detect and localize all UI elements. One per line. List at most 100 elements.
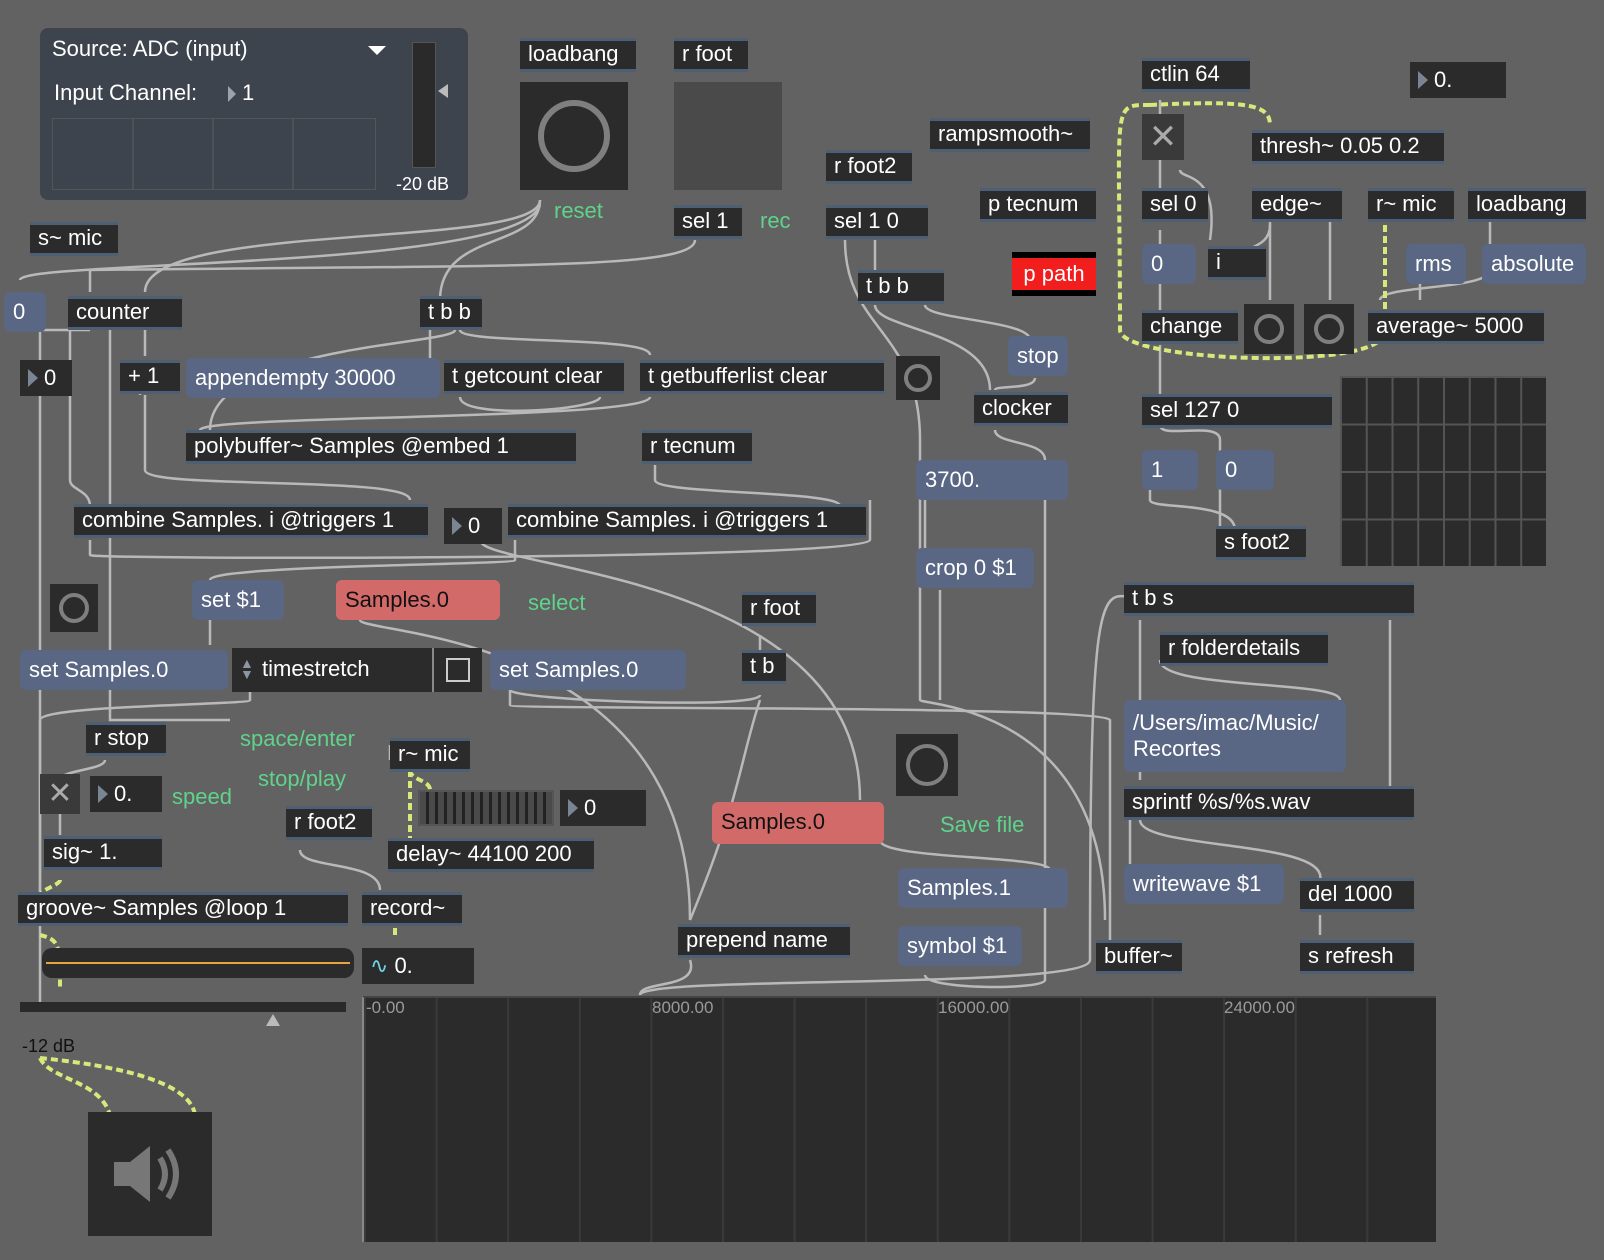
toggle-checkbox[interactable] [432, 648, 482, 692]
i-object[interactable]: i [1208, 246, 1266, 280]
delay-object[interactable]: delay~ 44100 200 [388, 838, 594, 872]
clocker-object[interactable]: clocker [974, 392, 1068, 426]
number-arrow-icon [452, 517, 462, 535]
samples-select-message[interactable]: Samples.0 [336, 580, 500, 620]
r-tecnum-object[interactable]: r tecnum [642, 430, 752, 464]
s-foot2-object[interactable]: s foot2 [1216, 526, 1306, 560]
counter-number-box[interactable]: 0 [20, 360, 72, 396]
select-bang[interactable] [50, 584, 98, 632]
combine-object-1[interactable]: combine Samples. i @triggers 1 [74, 504, 428, 538]
close-icon[interactable]: ✕ [40, 774, 80, 814]
zero-message-b[interactable]: 0 [1216, 450, 1274, 490]
r-mic-object-1[interactable]: r~ mic [1368, 188, 1454, 222]
rampsmooth-object[interactable]: rampsmooth~ [930, 118, 1090, 152]
polybuffer-object[interactable]: polybuffer~ Samples @embed 1 [186, 430, 576, 464]
bufferlist-bang[interactable] [896, 356, 940, 400]
adc-channel-value[interactable]: 1 [242, 80, 254, 106]
zero-message[interactable]: 0 [1142, 244, 1196, 284]
rms-message[interactable]: rms [1406, 244, 1466, 284]
s-refresh-object[interactable]: s refresh [1300, 940, 1414, 974]
stop-message[interactable]: stop [1008, 336, 1068, 376]
t-b-object[interactable]: t b [742, 650, 786, 684]
thresh-object[interactable]: thresh~ 0.05 0.2 [1252, 130, 1444, 164]
plus-one-object[interactable]: + 1 [120, 360, 180, 394]
r-foot2-object-1[interactable]: r foot2 [826, 150, 912, 184]
edge-bang-1[interactable] [1244, 304, 1294, 354]
record-object[interactable]: record~ [362, 892, 462, 926]
edge-object[interactable]: edge~ [1252, 188, 1342, 222]
close-icon[interactable]: ✕ [1142, 114, 1184, 160]
sel-1-object[interactable]: sel 1 [674, 205, 742, 239]
adc-source-label[interactable]: Source: ADC (input) [52, 36, 248, 62]
prepend-name-object[interactable]: prepend name [678, 924, 850, 958]
t-b-b-object-2[interactable]: t b b [858, 270, 944, 304]
matrix-grid[interactable] [1340, 376, 1546, 566]
sel-1-0-object[interactable]: sel 1 0 [826, 205, 928, 239]
edge-bang-2[interactable] [1304, 304, 1354, 354]
buffer-object[interactable]: buffer~ [1096, 940, 1182, 974]
groove-waveform-display [42, 948, 354, 978]
number-arrow-icon [28, 369, 38, 387]
loadbang-object[interactable]: loadbang [520, 38, 636, 72]
t-getbufferlist-object[interactable]: t getbufferlist clear [640, 360, 884, 394]
del-1000-object[interactable]: del 1000 [1300, 878, 1414, 912]
thresh-number-box[interactable]: 0. [1410, 62, 1506, 98]
adc-gain-arrow-icon[interactable] [438, 84, 448, 98]
adc-panel[interactable]: Source: ADC (input) Input Channel: 1 -20… [40, 28, 468, 200]
sprintf-object[interactable]: sprintf %s/%s.wav [1124, 786, 1414, 820]
zero-message-left[interactable]: 0 [4, 292, 46, 332]
writewave-message[interactable]: writewave $1 [1124, 864, 1284, 904]
symbol-message[interactable]: symbol $1 [898, 926, 1022, 966]
t-b-s-object[interactable]: t b s [1124, 582, 1414, 616]
p-path-object[interactable]: p path [1012, 252, 1096, 296]
r-foot-object[interactable]: r foot [674, 38, 748, 72]
combine-object-2[interactable]: combine Samples. i @triggers 1 [508, 504, 866, 538]
playback-line [46, 962, 350, 964]
one-message[interactable]: 1 [1142, 450, 1198, 490]
groove-object[interactable]: groove~ Samples @loop 1 [18, 892, 348, 926]
bang-ring-icon [1254, 314, 1284, 344]
samples1-message[interactable]: Samples.1 [898, 868, 1068, 908]
waveform-display[interactable]: -0.00 8000.00 16000.00 24000.00 [362, 996, 1436, 1242]
set-samples-message-1[interactable]: set Samples.0 [20, 650, 228, 690]
set-samples-message-2[interactable]: set Samples.0 [490, 650, 686, 690]
slider-thumb-icon[interactable] [266, 1014, 280, 1026]
delay-number-box[interactable]: 0 [560, 790, 646, 826]
crop-message[interactable]: crop 0 $1 [916, 548, 1034, 588]
ctlin-object[interactable]: ctlin 64 [1142, 58, 1250, 92]
loadbang-object-2[interactable]: loadbang [1468, 188, 1586, 222]
r-folderdetails-object[interactable]: r folderdetails [1160, 632, 1328, 666]
clock-value-message[interactable]: 3700. [916, 460, 1068, 500]
r-mic-object-2[interactable]: r~ mic [390, 738, 470, 772]
reset-bang[interactable] [520, 82, 628, 190]
sig-object[interactable]: sig~ 1. [44, 836, 162, 870]
average-object[interactable]: average~ 5000 [1368, 310, 1544, 344]
r-foot-object-2[interactable]: r foot [742, 592, 816, 626]
save-file-bang[interactable] [896, 734, 958, 796]
combine-number-box[interactable]: 0 [444, 508, 502, 544]
change-object[interactable]: change [1142, 310, 1238, 344]
path-message[interactable]: /Users/imac/Music/ Recortes [1124, 700, 1346, 772]
r-stop-object[interactable]: r stop [86, 722, 166, 756]
speaker-button[interactable] [88, 1112, 212, 1236]
timestretch-menu[interactable]: ▲ ▼ timestretch [232, 648, 482, 692]
waveform-tick-label: 16000.00 [938, 998, 1009, 1017]
samples-save-message[interactable]: Samples.0 [712, 802, 884, 844]
set-dollar-message[interactable]: set $1 [192, 580, 284, 620]
counter-object[interactable]: counter [68, 296, 182, 330]
absolute-message[interactable]: absolute [1482, 244, 1586, 284]
r-foot2-object-2[interactable]: r foot2 [286, 806, 372, 840]
speed-number-box[interactable]: 0. [90, 776, 162, 812]
t-b-b-object[interactable]: t b b [420, 296, 482, 330]
sel-0-object[interactable]: sel 0 [1142, 188, 1208, 222]
bang-ring-icon [1314, 314, 1344, 344]
signal-number-box[interactable]: ∿ 0. [362, 948, 474, 984]
sel-127-0-object[interactable]: sel 127 0 [1142, 394, 1332, 428]
chevron-down-icon[interactable] [368, 46, 386, 55]
reset-comment: reset [554, 198, 603, 223]
t-getcount-object[interactable]: t getcount clear [444, 360, 624, 394]
appendempty-message[interactable]: appendempty 30000 [186, 358, 440, 398]
s-mic-object[interactable]: s~ mic [30, 222, 118, 256]
gain-slider[interactable] [20, 1002, 346, 1026]
p-tecnum-object[interactable]: p tecnum [980, 188, 1096, 222]
